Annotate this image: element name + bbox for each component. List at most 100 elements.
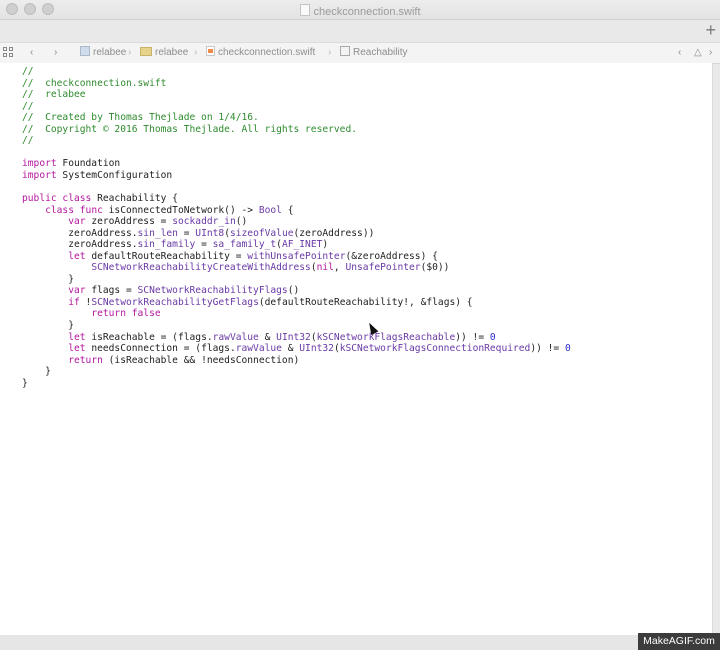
code-line[interactable]: // bbox=[22, 66, 571, 78]
breadcrumb-separator: › bbox=[128, 47, 132, 58]
folder-icon bbox=[140, 47, 152, 56]
code-line[interactable]: zeroAddress.sin_len = UInt8(sizeofValue(… bbox=[22, 228, 571, 240]
code-token: withUnsafePointer bbox=[247, 250, 346, 262]
code-line[interactable]: return false bbox=[22, 308, 571, 320]
code-token: // bbox=[22, 100, 34, 112]
code-line[interactable]: let isReachable = (flags.rawValue & UInt… bbox=[22, 332, 571, 344]
code-token: flags = bbox=[85, 285, 138, 297]
code-token: // Created by Thomas Thejlade on 1/4/16. bbox=[22, 112, 259, 124]
code-line[interactable]: // relabee bbox=[22, 89, 571, 101]
code-token: rawValue bbox=[235, 343, 282, 355]
code-line[interactable]: } bbox=[22, 378, 571, 390]
jump-bar: ‹ › relabee › relabee › checkconnection.… bbox=[0, 42, 720, 64]
code-line[interactable]: } bbox=[22, 366, 571, 378]
project-icon bbox=[80, 46, 90, 56]
code-line[interactable]: import Foundation bbox=[22, 158, 571, 170]
code-line[interactable]: if !SCNetworkReachabilityGetFlags(defaul… bbox=[22, 297, 571, 309]
code-line[interactable]: SCNetworkReachabilityCreateWithAddress(n… bbox=[22, 262, 571, 274]
code-token: nil bbox=[316, 262, 334, 274]
code-token: SCNetworkReachabilityGetFlags bbox=[91, 296, 259, 308]
code-line[interactable]: zeroAddress.sin_family = sa_family_t(AF_… bbox=[22, 239, 571, 251]
code-token: (&zeroAddress) { bbox=[345, 250, 438, 262]
code-token: SCNetworkReachabilityCreateWithAddress bbox=[91, 262, 311, 274]
code-line[interactable]: // bbox=[22, 135, 571, 147]
class-icon bbox=[340, 46, 350, 56]
code-token: public class bbox=[22, 193, 92, 205]
window-titlebar: checkconnection.swift bbox=[0, 0, 720, 20]
code-token: return false bbox=[91, 308, 161, 320]
code-token: () bbox=[287, 285, 300, 297]
code-line[interactable]: } bbox=[22, 274, 571, 286]
code-line[interactable]: // Copyright © 2016 Thomas Thejlade. All… bbox=[22, 124, 571, 136]
code-token: , bbox=[333, 262, 346, 274]
source-editor[interactable]: //// checkconnection.swift// relabee////… bbox=[0, 63, 713, 635]
code-token: let bbox=[68, 343, 86, 355]
jumpbar-item-project[interactable]: relabee bbox=[80, 46, 126, 60]
code-text[interactable]: //// checkconnection.swift// relabee////… bbox=[22, 66, 571, 389]
code-token: UInt32 bbox=[276, 331, 311, 343]
code-line[interactable]: public class Reachability { bbox=[22, 193, 571, 205]
code-line[interactable]: } bbox=[22, 320, 571, 332]
code-line[interactable]: // checkconnection.swift bbox=[22, 78, 571, 90]
code-token: // checkconnection.swift bbox=[22, 77, 167, 89]
add-tab-button[interactable]: + bbox=[705, 21, 716, 39]
code-token: sin_family bbox=[137, 239, 196, 251]
code-token: { bbox=[281, 204, 294, 216]
code-token: needsConnection = (flags. bbox=[85, 343, 236, 355]
back-chevron-icon[interactable]: ‹ bbox=[30, 46, 33, 60]
window-title-wrap: checkconnection.swift bbox=[0, 2, 720, 20]
code-line[interactable] bbox=[22, 181, 571, 193]
code-token: SystemConfiguration bbox=[56, 169, 173, 181]
code-line[interactable] bbox=[22, 147, 571, 159]
code-line[interactable]: // Created by Thomas Thejlade on 1/4/16. bbox=[22, 112, 571, 124]
code-line[interactable]: let defaultRouteReachability = withUnsaf… bbox=[22, 251, 571, 263]
code-token: () bbox=[235, 216, 248, 228]
code-token: ) bbox=[322, 239, 329, 251]
code-token: isReachable = (flags. bbox=[85, 331, 213, 343]
jumpbar-item-file[interactable]: checkconnection.swift bbox=[206, 46, 315, 60]
code-token: Reachability { bbox=[91, 193, 178, 205]
jumpbar-item-folder[interactable]: relabee bbox=[140, 46, 188, 60]
code-token: (zeroAddress)) bbox=[293, 227, 375, 239]
code-token: ! bbox=[79, 296, 92, 308]
code-token: import bbox=[22, 158, 57, 170]
breadcrumb-separator: › bbox=[328, 47, 332, 58]
code-line[interactable]: // bbox=[22, 101, 571, 113]
code-token: // bbox=[22, 135, 34, 147]
jumpbar-item-class[interactable]: Reachability bbox=[340, 46, 407, 60]
code-token: kSCNetworkFlagsConnectionRequired bbox=[339, 343, 531, 355]
warning-triangle-icon[interactable]: △ bbox=[694, 46, 702, 60]
code-token: )) != bbox=[530, 343, 565, 355]
related-items-grid-icon[interactable] bbox=[3, 47, 14, 58]
window-title: checkconnection.swift bbox=[313, 6, 421, 18]
code-token: & bbox=[281, 343, 300, 355]
previous-issue-chevron-icon[interactable]: ‹ bbox=[678, 46, 681, 60]
code-token: UInt32 bbox=[299, 343, 334, 355]
code-token: Foundation bbox=[56, 158, 121, 170]
code-line[interactable]: var zeroAddress = sockaddr_in() bbox=[22, 216, 571, 228]
code-token: defaultRouteReachability = bbox=[85, 250, 248, 262]
jumpbar-item-label: relabee bbox=[155, 47, 189, 58]
code-token: // Copyright © 2016 Thomas Thejlade. All… bbox=[22, 123, 358, 135]
code-token: (defaultRouteReachability!, &flags) { bbox=[258, 296, 473, 308]
code-token: ($0)) bbox=[420, 262, 450, 274]
code-token: UnsafePointer bbox=[345, 262, 421, 274]
code-line[interactable]: var flags = SCNetworkReachabilityFlags() bbox=[22, 285, 571, 297]
code-line[interactable]: return (isReachable && !needsConnection) bbox=[22, 355, 571, 367]
code-token: sin_len bbox=[137, 227, 178, 239]
code-token: )) != bbox=[455, 331, 490, 343]
code-line[interactable]: let needsConnection = (flags.rawValue & … bbox=[22, 343, 571, 355]
document-icon bbox=[299, 4, 310, 16]
code-token: var bbox=[68, 285, 86, 297]
code-line[interactable]: import SystemConfiguration bbox=[22, 170, 571, 182]
next-issue-chevron-icon[interactable]: › bbox=[709, 46, 712, 60]
forward-chevron-icon[interactable]: › bbox=[54, 46, 57, 60]
code-line[interactable]: class func isConnectedToNetwork() -> Boo… bbox=[22, 205, 571, 217]
